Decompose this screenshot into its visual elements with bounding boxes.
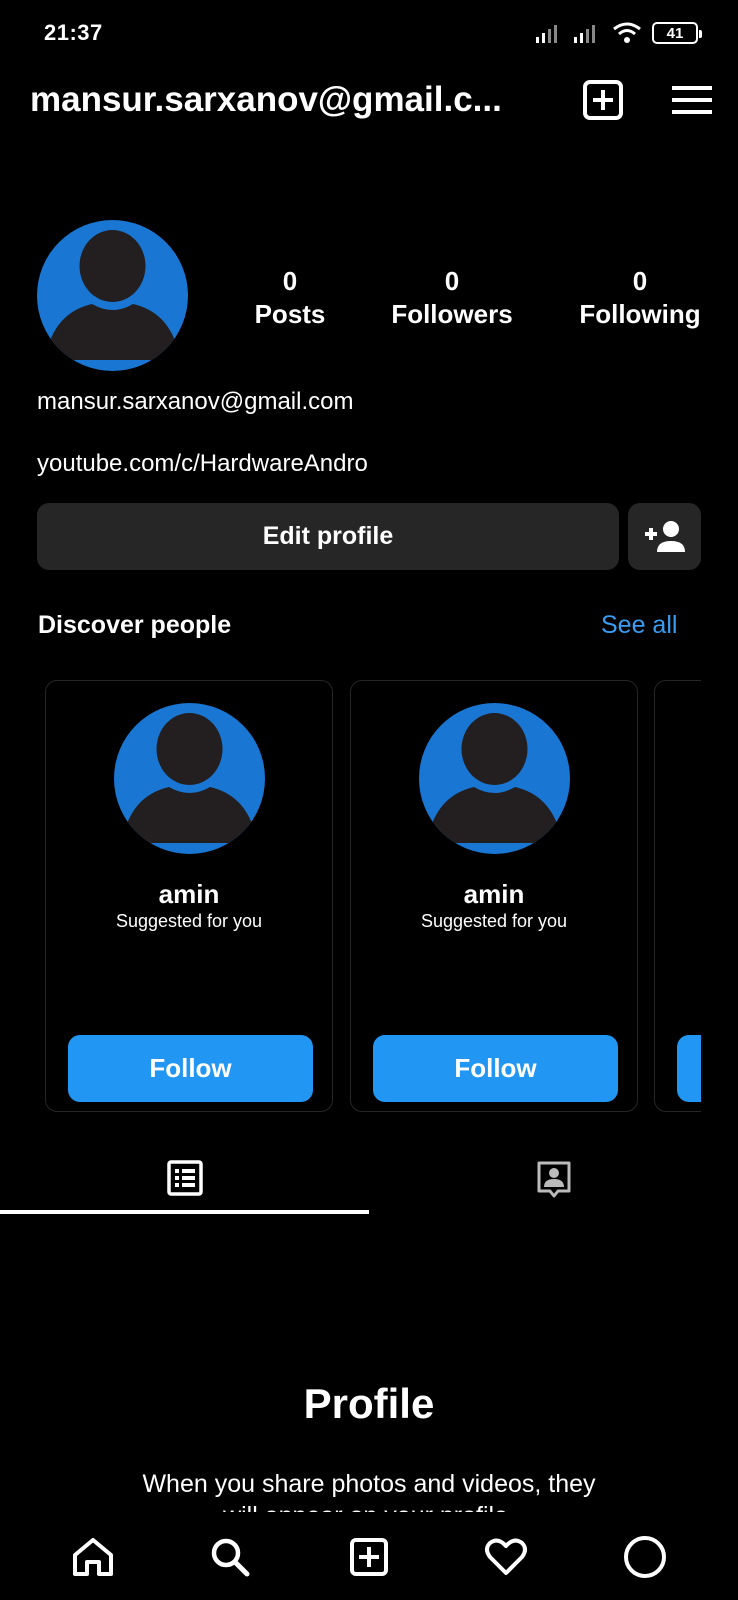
suggestion-name[interactable]: amin xyxy=(46,879,332,910)
posts-count: 0 xyxy=(282,266,298,296)
top-bar: mansur.sarxanov@gmail.c... xyxy=(0,72,738,128)
battery-icon: 41 xyxy=(652,22,702,44)
tab-tagged[interactable] xyxy=(369,1160,738,1212)
follow-button-partial[interactable] xyxy=(677,1035,701,1102)
discover-people-title: Discover people xyxy=(38,611,232,639)
suggested-cards-row[interactable]: amin Suggested for you Follow amin Sugge… xyxy=(0,680,701,1114)
profile-avatar[interactable] xyxy=(37,220,188,371)
follow-button[interactable]: Follow xyxy=(68,1035,313,1102)
home-icon xyxy=(73,1538,113,1576)
bio-link[interactable]: youtube.com/c/HardwareAndro xyxy=(37,450,368,478)
empty-state-text: When you share photos and videos, they w… xyxy=(142,1470,596,1512)
status-icons: 41 xyxy=(536,20,702,46)
username-title[interactable]: mansur.sarxanov@gmail.c... xyxy=(30,80,510,120)
see-all-link[interactable]: See all xyxy=(601,611,677,640)
profile-header: 0 Posts 0 Followers 0 Following xyxy=(0,220,738,371)
add-person-icon xyxy=(644,520,685,552)
wifi-icon xyxy=(613,22,641,43)
status-bar: 21:37 41 xyxy=(0,0,738,64)
active-tab-indicator xyxy=(0,1210,369,1214)
menu-button[interactable] xyxy=(670,78,714,122)
following-label: Following xyxy=(579,299,701,329)
suggestion-card[interactable]: amin Suggested for you Follow xyxy=(350,680,638,1112)
grid-list-icon xyxy=(166,1160,203,1196)
suggestion-card[interactable]: amin Suggested for you Follow xyxy=(45,680,333,1112)
followers-count: 0 xyxy=(444,266,460,296)
new-post-button[interactable] xyxy=(581,78,625,122)
suggestion-card-partial[interactable] xyxy=(654,680,701,1112)
bio-name: mansur.sarxanov@gmail.com xyxy=(37,388,354,415)
nav-profile[interactable] xyxy=(620,1532,670,1582)
nav-home[interactable] xyxy=(68,1532,118,1582)
plus-square-icon xyxy=(350,1538,388,1576)
posts-label: Posts xyxy=(254,299,326,329)
stat-posts[interactable]: 0 Posts xyxy=(240,265,340,331)
suggestion-subtitle: Suggested for you xyxy=(115,911,263,931)
tab-posts-grid[interactable] xyxy=(0,1160,369,1212)
stat-followers[interactable]: 0 Followers xyxy=(382,265,522,331)
status-time: 21:37 xyxy=(44,20,103,45)
suggestion-name[interactable]: amin xyxy=(351,879,637,910)
hamburger-menu-icon xyxy=(672,86,712,114)
suggestion-avatar[interactable] xyxy=(419,703,570,854)
plus-square-icon xyxy=(583,80,623,120)
signal-icon xyxy=(536,25,557,43)
edit-profile-button[interactable]: Edit profile xyxy=(37,503,619,570)
empty-state-title: Profile xyxy=(303,1380,435,1427)
nav-new-post[interactable] xyxy=(344,1532,394,1582)
stat-following[interactable]: 0 Following xyxy=(570,265,710,331)
profile-circle-icon xyxy=(624,1536,666,1578)
bottom-navigation xyxy=(0,1520,738,1600)
suggestion-subtitle: Suggested for you xyxy=(420,911,568,931)
nav-activity[interactable] xyxy=(481,1532,531,1582)
profile-tabs xyxy=(0,1160,738,1215)
signal-icon-2 xyxy=(574,25,595,43)
discover-people-button[interactable] xyxy=(628,503,701,570)
tagged-person-icon xyxy=(537,1161,570,1198)
follow-button[interactable]: Follow xyxy=(373,1035,618,1102)
suggestion-avatar[interactable] xyxy=(114,703,265,854)
following-count: 0 xyxy=(632,266,648,296)
nav-search[interactable] xyxy=(205,1532,255,1582)
search-icon xyxy=(211,1538,250,1577)
heart-icon xyxy=(485,1538,527,1575)
followers-label: Followers xyxy=(391,299,513,329)
